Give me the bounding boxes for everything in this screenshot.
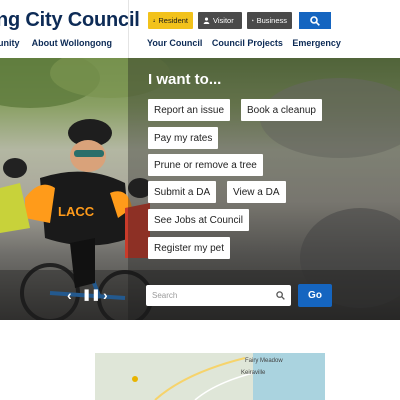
briefcase-icon	[252, 19, 254, 22]
quick-link-report-issue[interactable]: Report an issue	[148, 99, 231, 121]
primary-nav: unity About Wollongong	[0, 38, 122, 48]
user-icon	[203, 17, 210, 24]
map-roads	[132, 357, 254, 400]
header-search-button[interactable]	[299, 12, 331, 29]
resident-button[interactable]: Resident	[148, 12, 193, 29]
quick-link-jobs[interactable]: See Jobs at Council	[148, 209, 249, 231]
visitor-label: Visitor	[213, 16, 234, 25]
business-label: Business	[256, 16, 287, 25]
quick-link-prune-tree[interactable]: Prune or remove a tree	[148, 154, 263, 176]
quick-link-view-da[interactable]: View a DA	[227, 181, 286, 203]
nav-link-emergency[interactable]: Emergency	[292, 38, 341, 48]
hero-search-input[interactable]: Search	[146, 285, 291, 306]
nav-link-community[interactable]: unity	[0, 38, 20, 48]
secondary-nav: Your Council Council Projects Emergency	[147, 38, 348, 48]
site-header: ng City Council unity About Wollongong R…	[0, 0, 400, 58]
quick-link-submit-da[interactable]: Submit a DA	[148, 181, 217, 203]
nav-link-about-wollongong[interactable]: About Wollongong	[32, 38, 112, 48]
hero-banner: LACC I want to... Report an issue Book a…	[0, 58, 400, 320]
map-preview[interactable]: Fairy Meadow Keiraville	[95, 353, 325, 400]
user-icon	[153, 19, 156, 22]
carousel-next-button[interactable]: ›	[103, 287, 108, 303]
go-button[interactable]: Go	[298, 284, 332, 307]
i-want-to-heading: I want to...	[148, 71, 222, 88]
carousel-prev-button[interactable]: ‹	[67, 287, 72, 303]
site-title[interactable]: ng City Council	[0, 9, 140, 32]
visitor-button[interactable]: Visitor	[198, 12, 242, 29]
search-icon	[276, 291, 285, 300]
carousel-pause-button[interactable]: ❚❚	[82, 288, 100, 301]
map-label-keiraville: Keiraville	[241, 370, 266, 376]
search-icon	[310, 15, 320, 26]
header-divider	[128, 0, 129, 58]
business-button[interactable]: Business	[247, 12, 292, 29]
nav-link-council-projects[interactable]: Council Projects	[212, 38, 283, 48]
map-label-fairy-meadow: Fairy Meadow	[245, 358, 283, 364]
quick-link-pay-rates[interactable]: Pay my rates	[148, 127, 219, 149]
nav-link-your-council[interactable]: Your Council	[147, 38, 202, 48]
quick-link-register-pet[interactable]: Register my pet	[148, 237, 231, 259]
search-placeholder: Search	[152, 291, 178, 300]
resident-label: Resident	[158, 16, 188, 25]
quick-link-book-cleanup[interactable]: Book a cleanup	[241, 99, 322, 121]
svg-text:LACC: LACC	[58, 204, 95, 219]
